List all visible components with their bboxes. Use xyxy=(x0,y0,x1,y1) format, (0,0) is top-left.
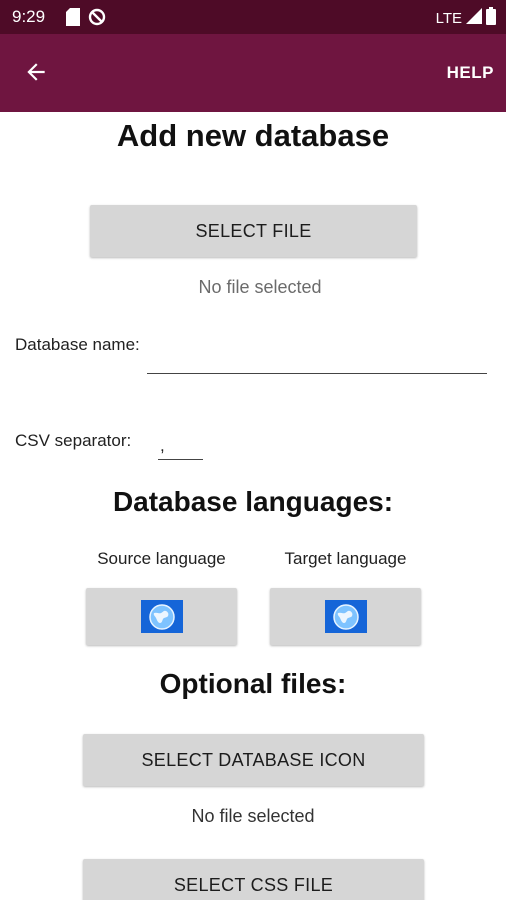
languages-heading: Database languages: xyxy=(112,486,394,517)
back-button[interactable] xyxy=(18,56,54,92)
globe-icon xyxy=(140,600,183,633)
arrow-left-icon xyxy=(23,59,49,90)
file-status-text: No file selected xyxy=(198,277,322,297)
sd-card-icon xyxy=(66,8,80,31)
database-name-input[interactable] xyxy=(147,346,487,374)
page-title: Add new database xyxy=(116,118,390,153)
no-sync-icon xyxy=(88,8,106,31)
status-bar: 9:29 LTE xyxy=(0,0,506,34)
icon-file-status-text: No file selected xyxy=(191,806,315,826)
help-button[interactable]: HELP xyxy=(447,63,494,83)
select-css-file-button[interactable]: SELECT CSS FILE xyxy=(83,859,424,900)
csv-separator-label: CSV separator: xyxy=(15,431,132,450)
network-type: LTE xyxy=(435,9,462,27)
target-language-button[interactable] xyxy=(270,588,421,645)
signal-icon xyxy=(466,8,482,28)
globe-icon xyxy=(324,600,367,633)
source-language-label: Source language xyxy=(97,549,226,568)
battery-icon xyxy=(486,7,496,29)
csv-separator-input[interactable] xyxy=(158,432,203,460)
select-file-button[interactable]: SELECT FILE xyxy=(90,205,417,257)
target-language-label: Target language xyxy=(284,549,407,568)
optional-files-heading: Optional files: xyxy=(159,668,347,699)
source-language-button[interactable] xyxy=(86,588,237,645)
database-name-label: Database name: xyxy=(15,335,140,354)
app-bar: HELP xyxy=(0,34,506,112)
status-time: 9:29 xyxy=(12,7,46,26)
select-database-icon-button[interactable]: SELECT DATABASE ICON xyxy=(83,734,424,786)
